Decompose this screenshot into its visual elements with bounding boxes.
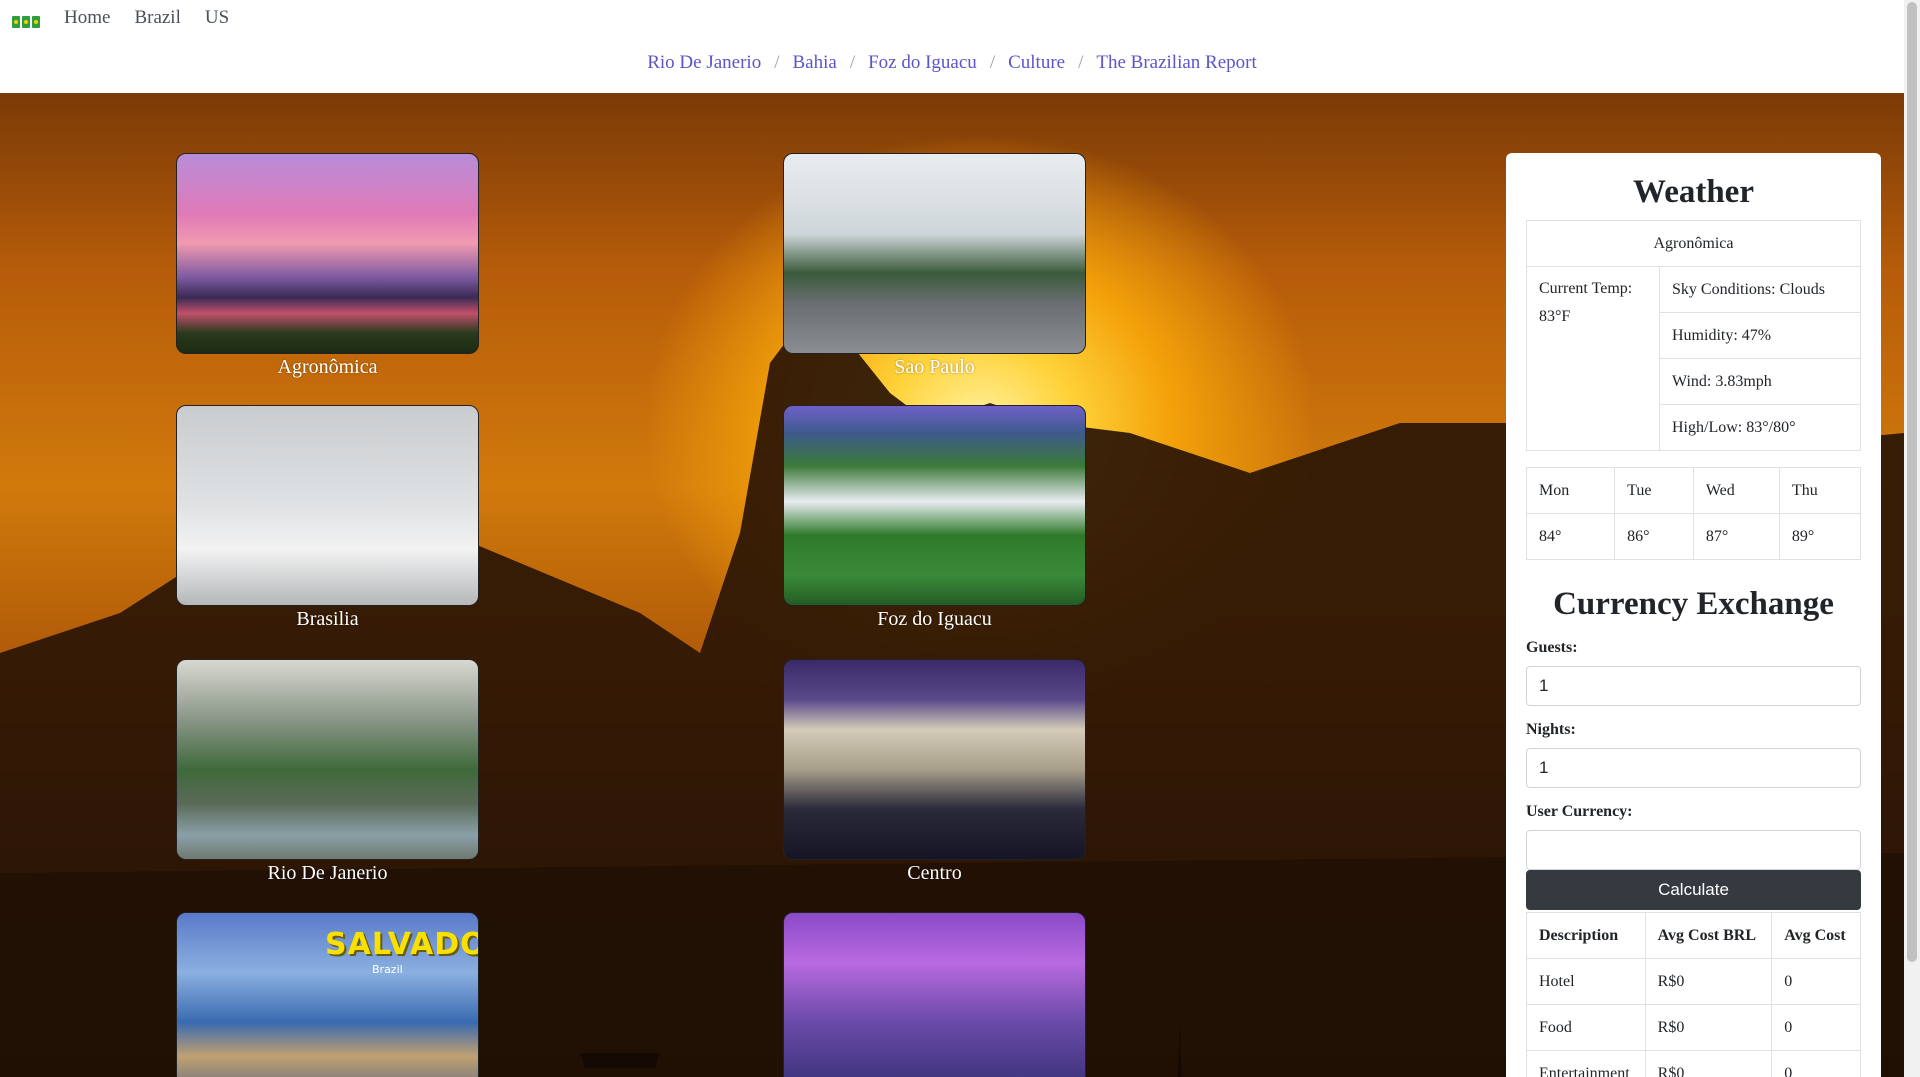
cost-user: 0 [1771,1004,1861,1051]
cost-brl: R$0 [1644,958,1773,1005]
breadcrumb: Rio De Janerio / Bahia / Foz do Iguacu / Cultu… [0,52,1904,74]
hero-background: Agronômica Sao Paulo Brasilia Foz do Igu… [0,93,1904,1077]
guests-label: Guests: [1526,639,1578,656]
nav-link-brazil[interactable]: Brazil [134,7,180,29]
breadcrumb-foz[interactable]: Foz do Iguacu [868,52,977,73]
brasilia-photo[interactable] [176,405,479,606]
page-scrollbar[interactable] [1904,0,1920,1077]
current-temp: Current Temp: 83°F [1526,266,1660,451]
cost-user: 0 [1771,1050,1861,1077]
salvador-overlay-text: SALVADOR [325,927,478,962]
card-caption: Rio De Janerio [267,862,388,884]
destination-card-centro[interactable]: Centro [783,659,1086,885]
main-nav: Home Brazil US [64,7,229,29]
forecast-day: Mon [1525,467,1616,514]
destination-card-salvador[interactable]: SALVADOR Brazil [176,912,479,1077]
sao-paulo-photo[interactable] [783,153,1086,354]
cost-desc: Entertainment [1526,1050,1646,1077]
city-night-photo[interactable] [783,912,1086,1077]
cost-desc: Hotel [1526,958,1646,1005]
sky-conditions: Sky Conditions: Clouds [1659,266,1861,313]
breadcrumb-brazilian-report[interactable]: The Brazilian Report [1096,52,1256,73]
destination-card-city-night[interactable] [783,912,1086,1077]
top-navbar: Home Brazil US Rio De Janerio / Bahia / Foz … [0,0,1904,93]
destination-card-brasilia[interactable]: Brasilia [176,405,479,631]
destination-card-sao-paulo[interactable]: Sao Paulo [783,153,1086,379]
forecast-day: Thu [1778,467,1862,514]
forecast-table: Mon Tue Wed Thu 84° 86° 87° 89° [1525,467,1862,560]
high-low: High/Low: 83°/80° [1659,404,1861,451]
salvador-overlay-sub: Brazil [372,963,403,976]
forecast-temp: 84° [1525,513,1616,560]
cost-brl: R$0 [1644,1004,1773,1051]
forecast-temp: 89° [1778,513,1862,560]
breadcrumb-separator: / [989,52,996,73]
cost-desc: Food [1526,1004,1646,1051]
nav-link-home[interactable]: Home [64,7,110,29]
currency-title: Currency Exchange [1553,586,1834,622]
destination-card-rio[interactable]: Rio De Janerio [176,659,479,885]
weather-table: Agronômica Current Temp: 83°F Sky Condit… [1526,220,1861,451]
card-caption: Sao Paulo [894,356,975,378]
table-row: Food R$0 0 [1526,1004,1861,1051]
breadcrumb-bahia[interactable]: Bahia [793,52,837,73]
user-currency-label: User Currency: [1526,803,1633,820]
weather-title: Weather [1633,174,1754,210]
destination-card-foz-do-iguacu[interactable]: Foz do Iguacu [783,405,1086,631]
forecast-day: Tue [1614,467,1694,514]
breadcrumb-separator: / [849,52,856,73]
nights-input[interactable]: 1 [1526,748,1861,788]
guests-input[interactable]: 1 [1526,666,1861,706]
cost-user: 0 [1771,958,1861,1005]
info-panel: Weather Agronômica Current Temp: 83°F Sk… [1506,153,1881,1077]
card-caption: Brasilia [296,608,359,630]
table-row: Entertainment R$0 0 [1526,1050,1861,1077]
user-currency-input[interactable] [1526,830,1861,870]
foz-do-iguacu-photo[interactable] [783,405,1086,606]
cost-header: Description [1526,912,1646,959]
breadcrumb-separator: / [1078,52,1084,73]
calculate-button[interactable]: Calculate [1526,870,1861,910]
card-caption: Foz do Iguacu [877,608,992,630]
weather-location: Agronômica [1526,220,1861,267]
breadcrumb-separator: / [774,52,780,73]
destination-card-agronomica[interactable]: Agronômica [176,153,479,379]
wind: Wind: 3.83mph [1659,358,1861,405]
centro-photo[interactable] [783,659,1086,860]
cost-header: Avg Cost [1771,912,1861,959]
nav-link-us[interactable]: US [205,7,229,29]
forecast-temp: 87° [1692,513,1780,560]
scrollbar-thumb[interactable] [1907,2,1917,962]
agronomica-photo[interactable] [176,153,479,354]
forecast-temp: 86° [1614,513,1694,560]
breadcrumb-rio[interactable]: Rio De Janerio [647,52,761,73]
breadcrumb-culture[interactable]: Culture [1008,52,1065,73]
humidity: Humidity: 47% [1659,312,1861,359]
brazil-flag-icon[interactable] [12,16,40,28]
salvador-photo[interactable]: SALVADOR Brazil [176,912,479,1077]
cost-brl: R$0 [1644,1050,1773,1077]
card-caption: Centro [907,862,962,884]
table-row: Hotel R$0 0 [1526,958,1861,1005]
rio-photo[interactable] [176,659,479,860]
cost-table: Description Avg Cost BRL Avg Cost Hotel … [1526,912,1861,1077]
card-caption: Agronômica [277,356,378,378]
forecast-day: Wed [1692,467,1780,514]
cost-header: Avg Cost BRL [1644,912,1773,959]
nights-label: Nights: [1526,721,1576,738]
